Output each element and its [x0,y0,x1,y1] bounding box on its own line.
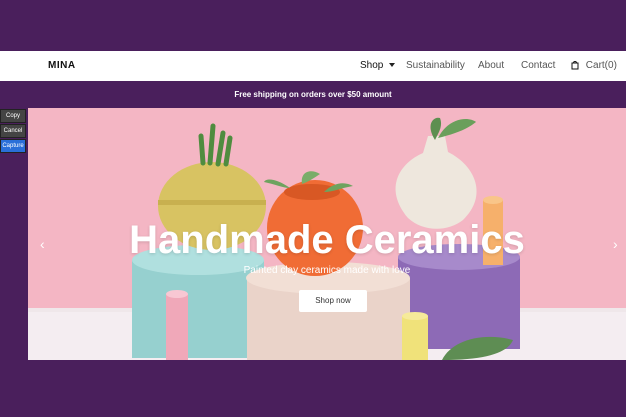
nav-item-shop[interactable]: Shop [360,60,396,71]
nav-item-label: Shop [360,60,384,71]
hero-subtitle: Painted clay ceramics made with love [243,265,411,276]
cart-label: Cart(0) [585,60,617,71]
chevron-down-icon [389,63,396,68]
copy-button[interactable]: Copy [0,109,26,123]
cart-link[interactable]: Cart(0) [570,60,617,71]
page-footer-band [0,360,626,417]
nav-item-contact[interactable]: Contact [521,60,555,71]
nav-item-about[interactable]: About [478,60,504,71]
hero-carousel[interactable]: ‹ › Handmade Ceramics Painted clay ceram… [28,108,626,360]
hero-title: Handmade Ceramics [129,218,525,262]
promo-banner: Free shipping on orders over $50 amount [0,81,626,108]
brand-logo[interactable]: MINA [48,60,76,71]
cancel-button[interactable]: Cancel [0,124,26,138]
shop-now-button[interactable]: Shop now [299,290,367,312]
shopping-bag-icon [571,61,579,70]
capture-toolbar: Copy Cancel Capture [0,109,26,153]
capture-button[interactable]: Capture [0,139,26,153]
nav-item-sustainability[interactable]: Sustainability [406,60,465,71]
top-navbar: MINA Shop Sustainability About Contact C… [0,51,626,81]
